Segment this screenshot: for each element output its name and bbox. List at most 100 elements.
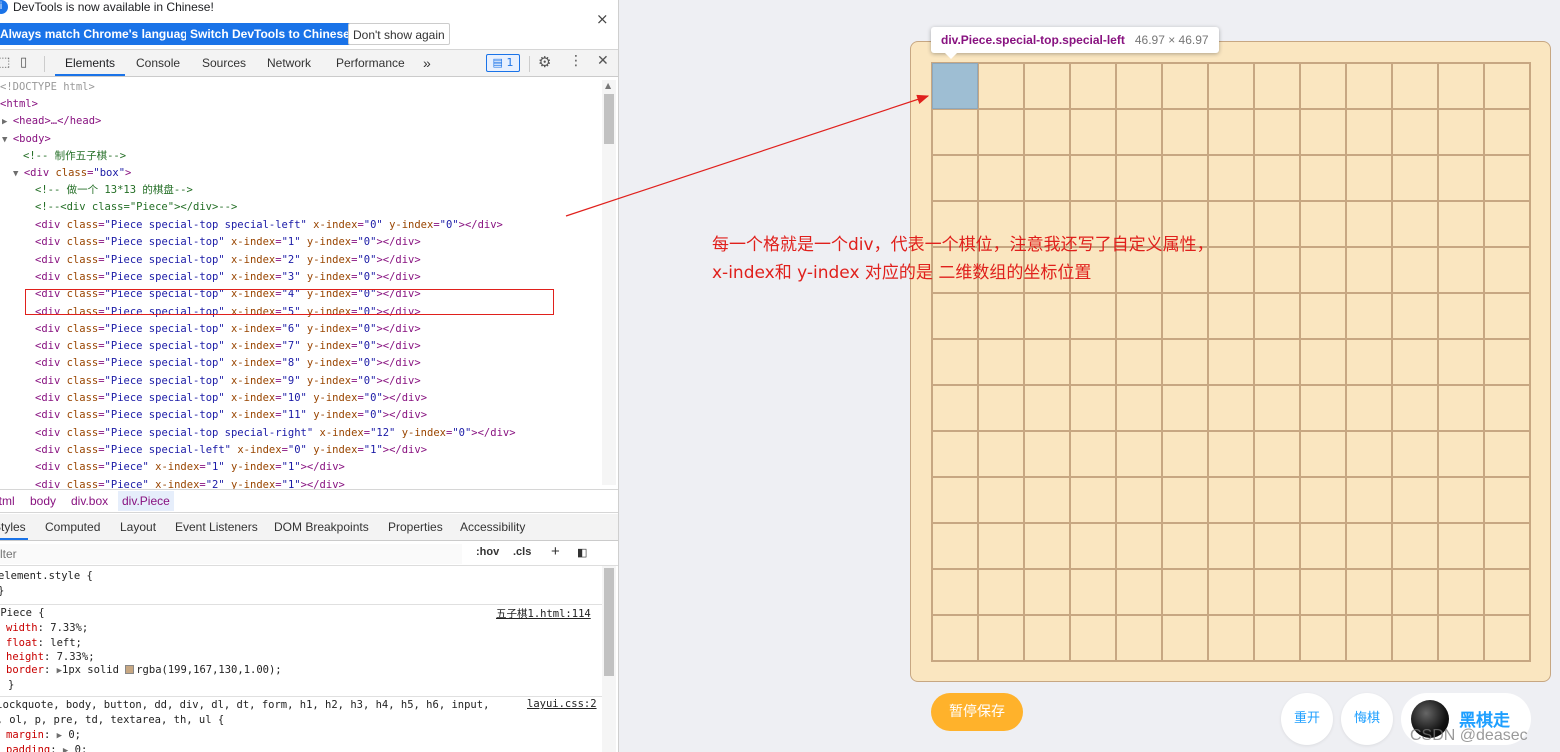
board-cell[interactable] <box>1024 155 1070 201</box>
board-cell[interactable] <box>1070 385 1116 431</box>
piece-div-line[interactable]: <div class="Piece special-top" x-index="… <box>35 269 421 286</box>
elements-scrollbar[interactable]: ▲ <box>602 80 616 485</box>
board-cell[interactable] <box>1346 385 1392 431</box>
board-cell[interactable] <box>1392 247 1438 293</box>
board-cell[interactable] <box>978 63 1024 109</box>
board-cell[interactable] <box>1254 431 1300 477</box>
board-cell[interactable] <box>1484 109 1530 155</box>
board-cell[interactable] <box>1438 63 1484 109</box>
breadcrumb-body[interactable]: body <box>30 494 56 508</box>
board-cell[interactable] <box>1484 201 1530 247</box>
board-cell[interactable] <box>1484 477 1530 523</box>
board-cell[interactable] <box>978 155 1024 201</box>
issues-button[interactable]: ▤ 1 <box>486 54 520 72</box>
board-cell[interactable] <box>1438 155 1484 201</box>
new-rule-button[interactable]: + <box>551 543 560 560</box>
board-cell[interactable] <box>978 385 1024 431</box>
board-cell[interactable] <box>1208 109 1254 155</box>
board-cell[interactable] <box>1438 201 1484 247</box>
tab-accessibility[interactable]: Accessibility <box>460 514 525 540</box>
piece-div-line[interactable]: <div class="Piece special-top special-le… <box>35 217 503 234</box>
scrollbar-thumb[interactable] <box>604 94 614 144</box>
tab-event-listeners[interactable]: Event Listeners <box>175 514 258 540</box>
board-cell[interactable] <box>1070 109 1116 155</box>
board-cell[interactable] <box>1024 615 1070 661</box>
board-cell[interactable] <box>978 615 1024 661</box>
board-cell[interactable] <box>1070 155 1116 201</box>
board-cell[interactable] <box>1346 615 1392 661</box>
style-prop-1[interactable]: float: left; <box>6 636 82 651</box>
styles-scrollbar[interactable] <box>602 566 616 752</box>
tab-performance[interactable]: Performance <box>336 50 405 76</box>
board-cell[interactable] <box>1484 247 1530 293</box>
board-cell[interactable] <box>1300 339 1346 385</box>
board-cell[interactable] <box>1392 523 1438 569</box>
collapse-icon[interactable]: ▼ <box>2 135 13 145</box>
board-cell[interactable] <box>1070 523 1116 569</box>
board-cell[interactable] <box>1392 477 1438 523</box>
color-swatch[interactable] <box>125 665 135 674</box>
board-cell[interactable] <box>1438 339 1484 385</box>
piece-div-line[interactable]: <div class="Piece" x-index="2" y-index="… <box>35 477 345 490</box>
board-cell[interactable] <box>932 155 978 201</box>
board-cell[interactable] <box>1208 477 1254 523</box>
piece-rule-source-link[interactable]: 五子棋1.html:114 <box>496 606 591 621</box>
board-cell[interactable] <box>1254 477 1300 523</box>
board-cell[interactable] <box>1484 569 1530 615</box>
gear-icon[interactable]: ⚙ <box>538 53 551 71</box>
board-cell[interactable] <box>1484 523 1530 569</box>
board-cell[interactable] <box>1162 339 1208 385</box>
cls-toggle[interactable]: .cls <box>513 546 531 558</box>
board-cell[interactable] <box>1162 569 1208 615</box>
board-cell[interactable] <box>1300 569 1346 615</box>
board-cell[interactable] <box>978 569 1024 615</box>
board-cell[interactable] <box>1392 109 1438 155</box>
board-cell[interactable] <box>1162 293 1208 339</box>
board-cell[interactable] <box>1024 523 1070 569</box>
board-cell[interactable] <box>1116 569 1162 615</box>
board-cell[interactable] <box>1300 155 1346 201</box>
piece-div-line[interactable]: <div class="Piece special-top" x-index="… <box>35 338 421 355</box>
board-cell[interactable] <box>1346 247 1392 293</box>
board-cell[interactable] <box>1484 155 1530 201</box>
tab-styles[interactable]: Styles <box>0 514 28 540</box>
style-prop-margin[interactable]: margin: ▶ 0; <box>6 728 81 743</box>
style-prop-padding[interactable]: padding: ▶ 0; <box>6 743 87 752</box>
board-cell[interactable] <box>1300 523 1346 569</box>
board-cell[interactable] <box>978 431 1024 477</box>
board-cell[interactable] <box>1346 523 1392 569</box>
board-cell[interactable] <box>1116 63 1162 109</box>
piece-div-line[interactable]: <div class="Piece special-top" x-index="… <box>35 407 427 424</box>
dont-show-again-button[interactable]: Don't show again <box>348 23 450 45</box>
board-cell[interactable] <box>1392 431 1438 477</box>
board-cell[interactable] <box>1070 615 1116 661</box>
board-cell[interactable] <box>1300 431 1346 477</box>
breadcrumb-html[interactable]: html <box>0 494 15 508</box>
board-cell[interactable] <box>1254 569 1300 615</box>
board-cell[interactable] <box>1254 385 1300 431</box>
board-cell[interactable] <box>1116 477 1162 523</box>
styles-filter-input[interactable] <box>0 544 462 564</box>
tab-network[interactable]: Network <box>267 50 311 76</box>
tab-computed[interactable]: Computed <box>45 514 100 540</box>
scroll-up-icon[interactable]: ▲ <box>605 81 611 90</box>
board-cell[interactable] <box>1162 615 1208 661</box>
restart-button[interactable]: 重开 <box>1281 693 1333 745</box>
board-cell[interactable] <box>1484 63 1530 109</box>
piece-div-line[interactable]: <div class="Piece special-top" x-index="… <box>35 234 421 251</box>
collapse-icon[interactable]: ▼ <box>13 169 24 179</box>
board-cell[interactable] <box>1162 431 1208 477</box>
piece-div-line[interactable]: <div class="Piece special-top" x-index="… <box>35 252 421 269</box>
tab-sources[interactable]: Sources <box>202 50 246 76</box>
board-cell[interactable] <box>1484 431 1530 477</box>
board-cell[interactable] <box>978 293 1024 339</box>
board-cell[interactable] <box>1346 63 1392 109</box>
board-cell[interactable] <box>1162 63 1208 109</box>
piece-div-line[interactable]: <div class="Piece special-top" x-index="… <box>35 321 421 338</box>
board-cell[interactable] <box>1024 63 1070 109</box>
board-cell[interactable] <box>932 569 978 615</box>
board-cell[interactable] <box>1208 339 1254 385</box>
board-cell[interactable] <box>1070 431 1116 477</box>
board-cell[interactable] <box>1438 385 1484 431</box>
board-cell[interactable] <box>1300 477 1346 523</box>
